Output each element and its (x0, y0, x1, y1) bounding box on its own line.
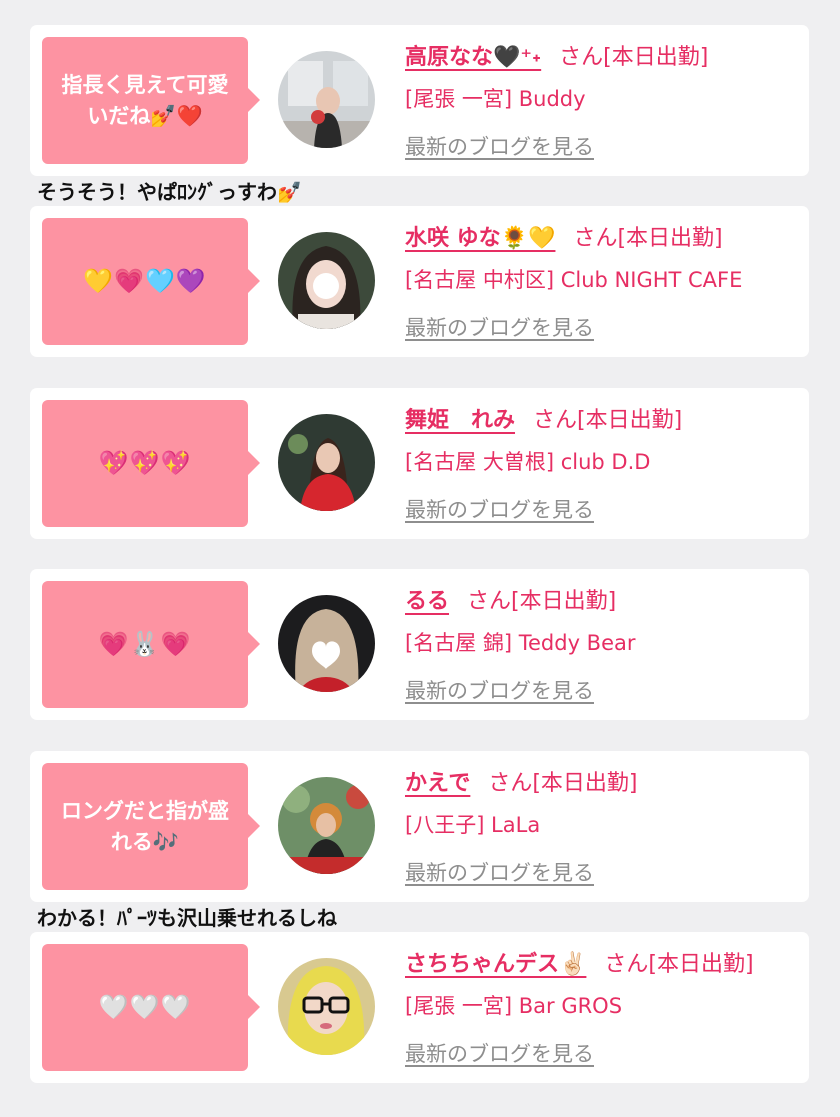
honorific-status: さん[本日出勤] (533, 408, 683, 433)
comment-text: わかる！ﾊﾟｰﾂも沢山乗せれるしね (37, 906, 337, 930)
shop-info: [八王子] LaLa (405, 813, 541, 837)
comment-bubble: ロングだと指が盛れる🎶 (42, 763, 260, 890)
comment-text: そうそう！やぱﾛﾝｸﾞっすわ💅 (37, 180, 302, 204)
comment-bubble: 指長く見えて可愛いだね💅❤️ (42, 37, 260, 164)
blog-link[interactable]: 最新のブログを見る (405, 312, 594, 342)
girl-card: 指長く見えて可愛いだね💅❤️ 高原なな🖤⁺˖ さん[本日出勤] [尾張 一宮] B… (30, 25, 809, 176)
blog-link[interactable]: 最新のブログを見る (405, 857, 594, 887)
comment-bubble: 🤍🤍🤍 (42, 944, 260, 1071)
girl-name-link[interactable]: 高原なな🖤⁺˖ (405, 45, 541, 70)
shop-info: [名古屋 大曽根] club D.D (405, 450, 651, 474)
girl-name-link[interactable]: 水咲 ゆな🌻💛 (405, 226, 555, 251)
shop-info: [尾張 一宮] Buddy (405, 87, 586, 111)
shop-info: [尾張 一宮] Bar GROS (405, 994, 623, 1018)
avatar[interactable] (278, 777, 375, 874)
avatar[interactable] (278, 958, 375, 1055)
avatar[interactable] (278, 595, 375, 692)
girl-card: 💛💗🩵💜 水咲 ゆな🌻💛 さん[本日出勤] [名古屋 中村区] Club NIGH… (30, 206, 809, 357)
girl-card: 💖💖💖 舞姫 れみ さん[本日出勤] [名古屋 大曽根] club D.D 最新の… (30, 388, 809, 539)
girl-card: 💗🐰💗 るる さん[本日出勤] [名古屋 錦] Teddy Bear 最新のブログ… (30, 569, 809, 720)
girl-name-link[interactable]: さちちゃんデス✌🏻 (405, 952, 586, 977)
avatar[interactable] (278, 414, 375, 511)
girl-name-link[interactable]: かえで (405, 771, 470, 796)
honorific-status: さん[本日出勤] (604, 952, 754, 977)
girl-name-link[interactable]: るる (405, 589, 449, 614)
girl-card: ロングだと指が盛れる🎶 かえで さん[本日出勤] [八王子] LaLa 最新のブロ… (30, 751, 809, 902)
honorific-status: さん[本日出勤] (467, 589, 617, 614)
comment-bubble: 💛💗🩵💜 (42, 218, 260, 345)
honorific-status: さん[本日出勤] (488, 771, 638, 796)
girl-name-link[interactable]: 舞姫 れみ (405, 408, 515, 433)
honorific-status: さん[本日出勤] (559, 45, 709, 70)
avatar[interactable] (278, 232, 375, 329)
blog-link[interactable]: 最新のブログを見る (405, 494, 594, 524)
blog-link[interactable]: 最新のブログを見る (405, 131, 594, 161)
blog-link[interactable]: 最新のブログを見る (405, 1038, 594, 1068)
avatar[interactable] (278, 51, 375, 148)
shop-info: [名古屋 錦] Teddy Bear (405, 631, 636, 655)
shop-info: [名古屋 中村区] Club NIGHT CAFE (405, 268, 743, 292)
blog-link[interactable]: 最新のブログを見る (405, 675, 594, 705)
honorific-status: さん[本日出勤] (573, 226, 723, 251)
girl-card: 🤍🤍🤍 さちちゃんデス✌🏻 さん[本日出勤] [尾張 一宮] Bar GROS 最… (30, 932, 809, 1083)
comment-bubble: 💖💖💖 (42, 400, 260, 527)
comment-bubble: 💗🐰💗 (42, 581, 260, 708)
